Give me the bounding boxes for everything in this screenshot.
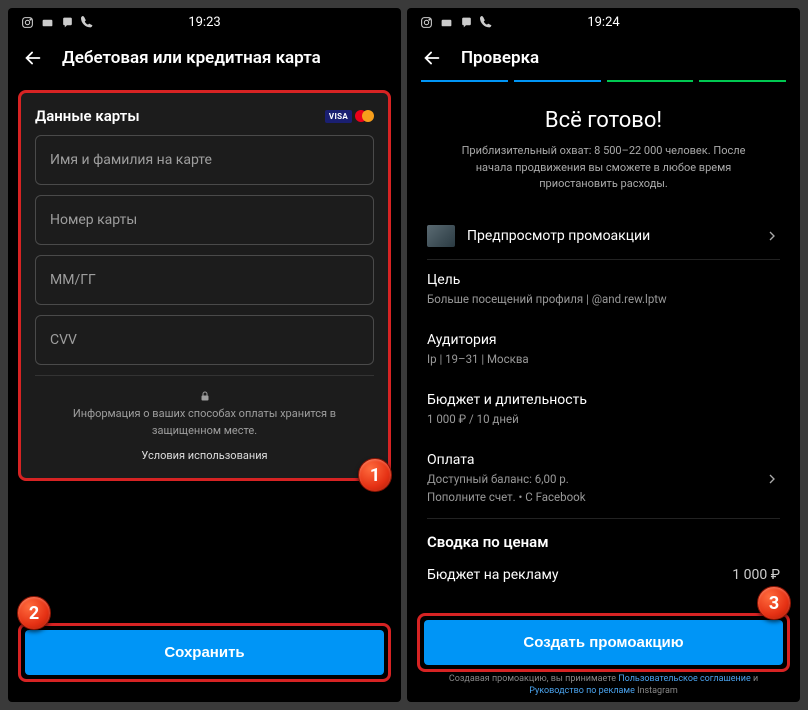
phone-icon (479, 15, 493, 29)
goal-title: Цель (427, 272, 780, 288)
budget-value: 1 000 ₽ / 10 дней (427, 411, 780, 428)
mastercard-icon (355, 110, 374, 122)
terms-link[interactable]: Условия использования (35, 449, 374, 462)
instagram-icon (419, 15, 433, 29)
save-button[interactable]: Сохранить (25, 630, 384, 675)
security-note: Информация о ваших способах оплаты храни… (35, 390, 374, 439)
divider (35, 375, 374, 376)
ad-budget-label: Бюджет на рекламу (427, 567, 558, 583)
preview-thumbnail (427, 225, 455, 247)
save-button-highlight: Сохранить 2 (18, 623, 391, 682)
audience-value: Ip | 19–31 | Москва (427, 351, 780, 368)
viber-icon (60, 15, 74, 29)
create-button-highlight: Создать промоакцию 3 (417, 613, 790, 672)
status-icons (419, 15, 493, 29)
step-badge-2: 2 (17, 596, 51, 630)
user-agreement-link[interactable]: Пользовательское соглашение (618, 674, 750, 684)
progress-strip (407, 80, 800, 82)
status-bar: 19:24 (407, 8, 800, 36)
cardholder-name-input[interactable]: Имя и фамилия на карте (35, 135, 374, 185)
chevron-right-icon (764, 471, 780, 487)
ready-heading: Всё готово! (407, 108, 800, 133)
budget-title: Бюджет и длительность (427, 392, 780, 408)
audience-title: Аудитория (427, 332, 780, 348)
ready-subheading: Приблизительный охват: 8 500–22 000 чело… (407, 133, 800, 213)
goal-section: Цель Больше посещений профиля | @and.rew… (407, 260, 800, 320)
ad-guidelines-link[interactable]: Руководство по рекламе (529, 686, 635, 696)
status-bar: 19:23 (8, 8, 401, 36)
phone-right: 19:24 Проверка Всё готово! Приблизительн… (407, 8, 800, 702)
ad-budget-row: Бюджет на рекламу 1 000 ₽ (407, 559, 800, 591)
topbar: Проверка (407, 36, 800, 80)
audience-section: Аудитория Ip | 19–31 | Москва (407, 320, 800, 380)
budget-section: Бюджет и длительность 1 000 ₽ / 10 дней (407, 380, 800, 440)
phone-left: 19:23 Дебетовая или кредитная карта Данн… (8, 8, 401, 702)
phone-icon (80, 15, 94, 29)
payment-topup: Пополните счет. • С Facebook (427, 489, 764, 506)
lock-icon (199, 390, 211, 402)
ad-budget-value: 1 000 ₽ (732, 567, 780, 583)
card-brand-icons: VISA (325, 110, 374, 123)
payment-section[interactable]: Оплата Доступный баланс: 6,00 р. Пополни… (407, 440, 800, 518)
status-icons (20, 15, 94, 29)
step-badge-1: 1 (358, 458, 392, 492)
topbar: Дебетовая или кредитная карта (8, 36, 401, 80)
preview-row[interactable]: Предпросмотр промоакции (407, 213, 800, 259)
card-details-box: Данные карты VISA Имя и фамилия на карте… (18, 90, 391, 481)
preview-label: Предпросмотр промоакции (467, 228, 752, 244)
notification-icon (439, 15, 453, 29)
card-section-title: Данные карты (35, 107, 140, 125)
summary-title: Сводка по ценам (407, 519, 800, 559)
step-badge-3: 3 (757, 586, 791, 620)
card-number-input[interactable]: Номер карты (35, 195, 374, 245)
page-title: Проверка (461, 48, 539, 68)
payment-balance: Доступный баланс: 6,00 р. (427, 471, 764, 488)
page-title: Дебетовая или кредитная карта (62, 48, 321, 68)
visa-icon: VISA (325, 110, 352, 123)
expiry-input[interactable]: ММ/ГГ (35, 255, 374, 305)
chevron-right-icon (764, 228, 780, 244)
back-arrow-icon[interactable] (22, 47, 44, 69)
security-note-text: Информация о ваших способах оплаты храни… (73, 407, 336, 437)
back-arrow-icon[interactable] (421, 47, 443, 69)
goal-value: Больше посещений профиля | @and.rew.lptw (427, 291, 780, 308)
payment-title: Оплата (427, 452, 764, 468)
disclaimer: Создавая промоакцию, вы принимаете Польз… (407, 673, 800, 698)
instagram-icon (20, 15, 34, 29)
notification-icon (40, 15, 54, 29)
viber-icon (459, 15, 473, 29)
cvv-input[interactable]: CVV (35, 315, 374, 365)
create-promo-button[interactable]: Создать промоакцию (424, 620, 783, 665)
